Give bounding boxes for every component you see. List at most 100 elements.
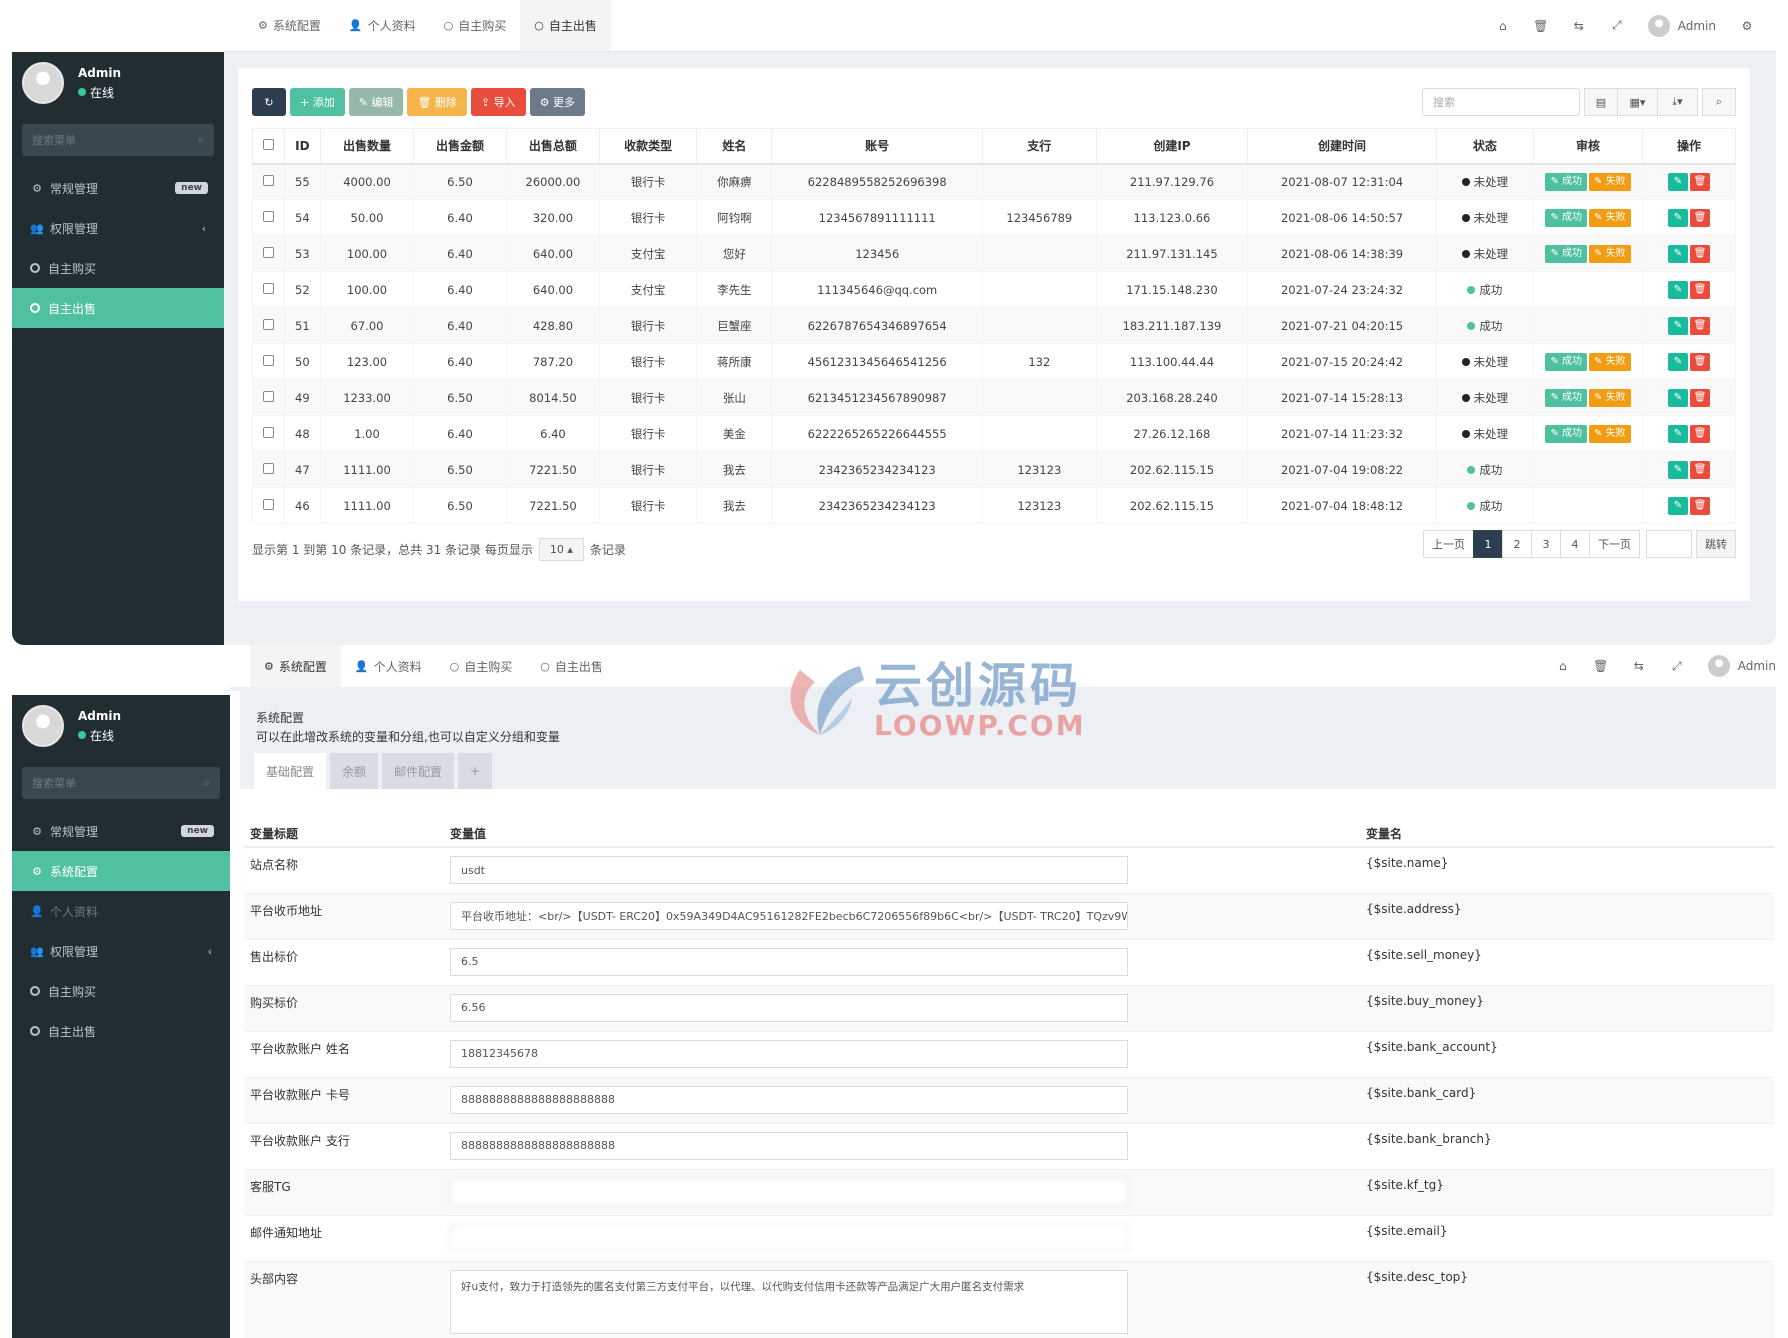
select-all-checkbox[interactable] <box>262 138 274 150</box>
row-checkbox[interactable] <box>262 246 274 258</box>
row-checkbox[interactable] <box>262 462 274 474</box>
table-row[interactable]: 48 1.00 6.40 6.40 银行卡 美金 6222265265226644555 27… <box>252 415 1737 452</box>
table-row[interactable]: 47 1111.00 6.50 7221.50 银行卡 我去 234236523423412… <box>252 451 1737 488</box>
sidebar-item-config[interactable]: ⚙ 系统配置 <box>12 851 230 891</box>
row-edit-button[interactable]: ✎ <box>1667 208 1688 227</box>
row-checkbox[interactable] <box>262 426 274 438</box>
page-size-select[interactable]: 10 ▴ <box>538 538 584 561</box>
table-row[interactable]: 46 1111.00 6.50 7221.50 银行卡 我去 234236523423412… <box>252 487 1737 524</box>
sidebar-item-sell[interactable]: 自主出售 <box>12 1011 230 1051</box>
row-checkbox[interactable] <box>262 390 274 402</box>
page-button-4[interactable]: 4 <box>1560 530 1590 558</box>
settings-icon[interactable]: ⚙ <box>1728 19 1766 33</box>
more-button[interactable]: ⚙ 更多 <box>529 88 585 116</box>
row-delete-button[interactable]: 🗑 <box>1689 460 1710 479</box>
config-tab-0[interactable]: 基础配置 <box>254 753 327 789</box>
sidebar-item-sell[interactable]: 自主出售 <box>12 288 224 328</box>
sidebar-item-profile[interactable]: 👤 个人资料 <box>12 891 230 931</box>
config-input[interactable]: 6.56 <box>450 993 1128 1022</box>
reject-button[interactable]: ✎ 失败 <box>1589 208 1631 227</box>
approve-button[interactable]: ✎ 成功 <box>1545 424 1588 443</box>
config-textarea[interactable]: 好u支付，致力于打造领先的匿名支付第三方支付平台，以代理、以代购支付信用卡还款等… <box>450 1269 1128 1334</box>
approve-button[interactable]: ✎ 成功 <box>1545 172 1588 191</box>
row-delete-button[interactable]: 🗑 <box>1689 496 1710 515</box>
export-button[interactable]: ⤓▾ <box>1658 88 1698 116</box>
search-button[interactable]: ⌕ <box>1702 88 1736 116</box>
page-button-2[interactable]: 2 <box>1502 530 1532 558</box>
table-row[interactable]: 50 123.00 6.40 787.20 银行卡 蒋所康 4561231345646541… <box>252 343 1737 380</box>
config-tab-2[interactable]: 邮件配置 <box>382 753 455 789</box>
row-checkbox[interactable] <box>262 498 274 510</box>
row-edit-button[interactable]: ✎ <box>1667 388 1688 407</box>
table-row[interactable]: 55 4000.00 6.50 26000.00 银行卡 你麻痹 6228489558252… <box>252 163 1737 200</box>
row-edit-button[interactable]: ✎ <box>1667 244 1688 263</box>
tab-3[interactable]: ○ 自主出售 <box>520 0 611 51</box>
row-edit-button[interactable]: ✎ <box>1667 352 1688 371</box>
config-input[interactable]: 8888888888888888888888 <box>450 1131 1128 1160</box>
row-delete-button[interactable]: 🗑 <box>1689 352 1710 371</box>
row-edit-button[interactable]: ✎ <box>1667 424 1688 443</box>
row-delete-button[interactable]: 🗑 <box>1689 208 1710 227</box>
approve-button[interactable]: ✎ 成功 <box>1545 208 1588 227</box>
refresh-button[interactable]: ↻ <box>252 88 286 116</box>
reject-button[interactable]: ✎ 失败 <box>1589 424 1631 443</box>
table-row[interactable]: 53 100.00 6.40 640.00 支付宝 您好 123456 211.97.131.… <box>252 235 1737 272</box>
table-row[interactable]: 52 100.00 6.40 640.00 支付宝 李先生 111345646@qq.com… <box>252 271 1737 308</box>
edit-button[interactable]: ✎ 编辑 <box>348 88 404 116</box>
home-icon[interactable]: ⌂ <box>1544 659 1582 673</box>
top-user[interactable]: Admin <box>1647 14 1716 37</box>
fullscreen-icon[interactable]: ⤢ <box>1658 659 1696 674</box>
row-checkbox[interactable] <box>262 318 274 330</box>
config-tab-3[interactable]: + <box>458 753 493 789</box>
page-button-3[interactable]: 3 <box>1531 530 1561 558</box>
tab-1[interactable]: 👤 个人资料 <box>335 0 430 51</box>
table-row[interactable]: 49 1233.00 6.50 8014.50 银行卡 张山 621345123456789… <box>252 379 1737 416</box>
page-jump-input[interactable] <box>1646 530 1692 558</box>
approve-button[interactable]: ✎ 成功 <box>1545 352 1588 371</box>
row-delete-button[interactable]: 🗑 <box>1689 280 1710 299</box>
sidebar-item-general[interactable]: ⚙ 常规管理 new <box>12 168 224 208</box>
row-edit-button[interactable]: ✎ <box>1667 172 1688 191</box>
add-button[interactable]: + 添加 <box>290 88 345 116</box>
tab-2[interactable]: ○ 自主购买 <box>436 645 527 687</box>
config-input[interactable]: 6.5 <box>450 947 1128 976</box>
table-row[interactable]: 51 67.00 6.40 428.80 银行卡 巨蟹座 62267876543468976… <box>252 307 1737 344</box>
top-user[interactable]: Admin <box>1707 655 1776 677</box>
import-button[interactable]: ⇪ 导入 <box>470 88 526 116</box>
row-edit-button[interactable]: ✎ <box>1667 280 1688 299</box>
reject-button[interactable]: ✎ 失败 <box>1589 352 1631 371</box>
reject-button[interactable]: ✎ 失败 <box>1589 244 1631 263</box>
fullscreen-icon[interactable]: ⤢ <box>1598 18 1636 33</box>
home-icon[interactable]: ⌂ <box>1484 19 1522 33</box>
tab-2[interactable]: ○ 自主购买 <box>430 0 521 51</box>
sidebar-item-general[interactable]: ⚙ 常规管理 new <box>12 811 230 851</box>
translate-icon[interactable]: ⇆ <box>1560 19 1598 33</box>
row-delete-button[interactable]: 🗑 <box>1689 316 1710 335</box>
config-input[interactable] <box>450 1177 1128 1206</box>
row-checkbox[interactable] <box>262 174 274 186</box>
table-row[interactable]: 54 50.00 6.40 320.00 银行卡 阿钧啊 1234567891111111 1… <box>252 199 1737 236</box>
table-search-input[interactable]: 搜索 <box>1422 88 1580 116</box>
sidebar-item-buy[interactable]: 自主购买 <box>12 971 230 1011</box>
config-input[interactable]: 8888888888888888888888 <box>450 1085 1128 1114</box>
tab-3[interactable]: ○ 自主出售 <box>526 645 617 687</box>
row-checkbox[interactable] <box>262 282 274 294</box>
prev-page-button[interactable]: 上一页 <box>1423 530 1474 558</box>
config-input[interactable] <box>450 1223 1128 1252</box>
row-edit-button[interactable]: ✎ <box>1667 460 1688 479</box>
approve-button[interactable]: ✎ 成功 <box>1545 244 1588 263</box>
delete-button[interactable]: 🗑 删除 <box>407 88 467 116</box>
toggle-view-button[interactable]: ▤ <box>1584 88 1618 116</box>
config-input[interactable]: 平台收币地址：<br/>【USDT- ERC20】0x59A349D4AC951… <box>450 901 1128 930</box>
trash-icon[interactable]: 🗑 <box>1522 19 1560 33</box>
trash-icon[interactable]: 🗑 <box>1582 659 1620 673</box>
config-input[interactable]: usdt <box>450 856 1128 884</box>
tab-1[interactable]: 👤 个人资料 <box>341 645 436 687</box>
next-page-button[interactable]: 下一页 <box>1589 530 1640 558</box>
translate-icon[interactable]: ⇆ <box>1620 659 1658 673</box>
reject-button[interactable]: ✎ 失败 <box>1589 388 1631 407</box>
row-edit-button[interactable]: ✎ <box>1667 496 1688 515</box>
row-delete-button[interactable]: 🗑 <box>1689 244 1710 263</box>
row-delete-button[interactable]: 🗑 <box>1689 388 1710 407</box>
menu-search-input[interactable]: 搜索菜单 ⌕ <box>22 767 220 799</box>
